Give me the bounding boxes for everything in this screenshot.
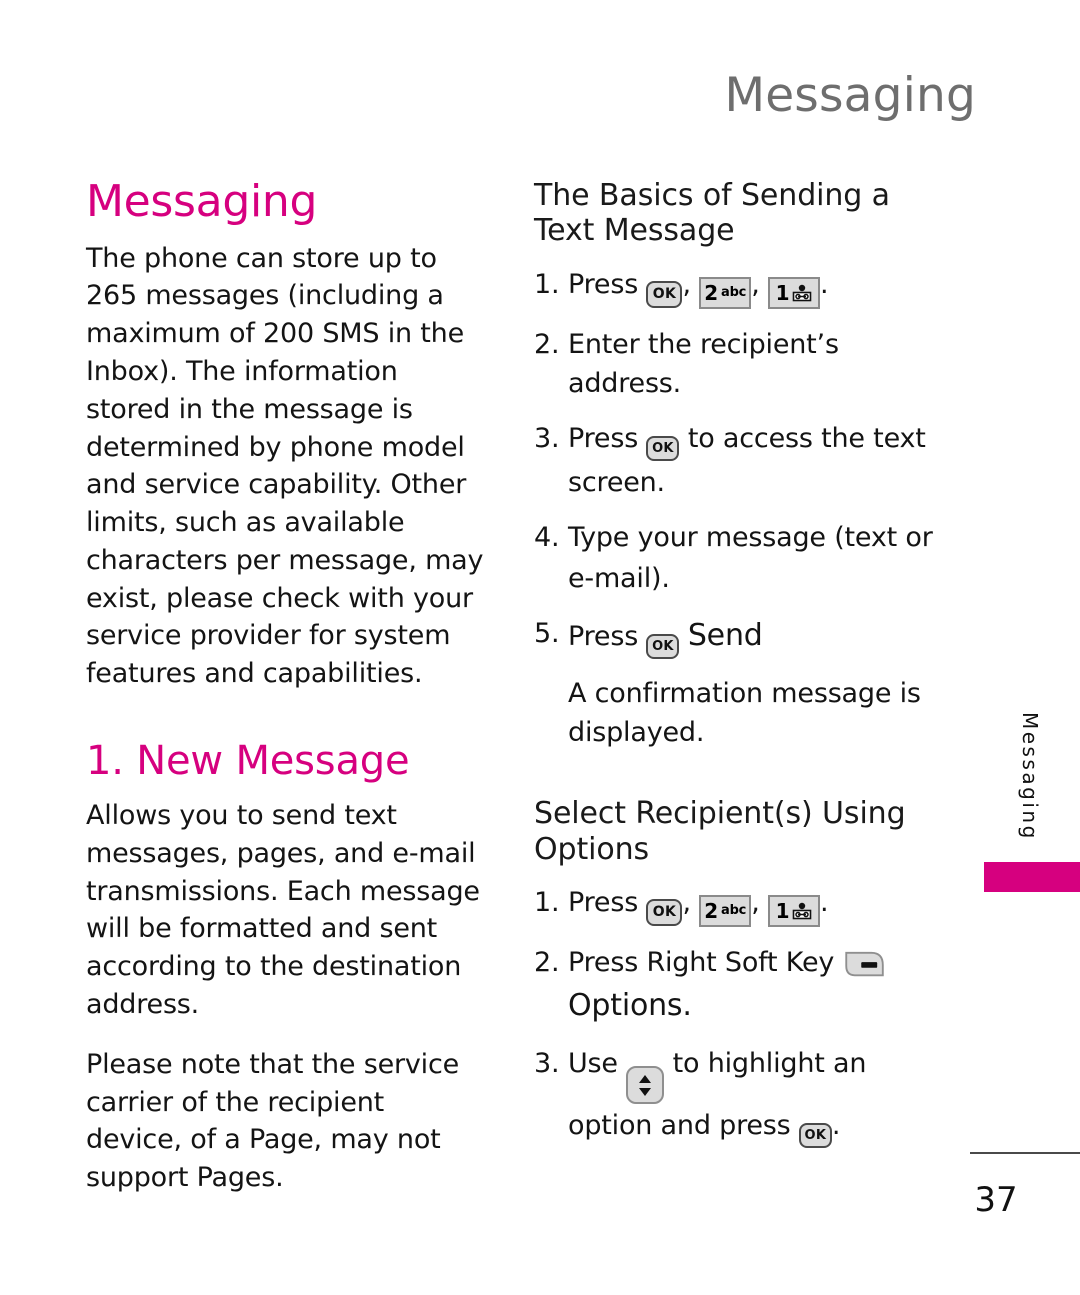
key-digit: 1 (775, 280, 790, 305)
step-item: 4. Type your message (text or e-mail). (534, 518, 944, 598)
step-item: 2. Enter the recipient’s address. (534, 325, 944, 403)
side-tab-label: Messaging (1018, 712, 1042, 841)
step-item: 5. Press OK Send (534, 614, 944, 660)
step-number: 1. (534, 268, 560, 300)
step-text: Use (568, 1047, 618, 1079)
new-message-paragraph-1: Allows you to send text messages, pages,… (86, 800, 480, 1021)
key-digit: 2 (704, 280, 718, 305)
section-title-new-message: 1. New Message (86, 738, 410, 785)
heading-select-recipients: Select Recipient(s) Using Options (534, 796, 906, 867)
step-number: 1. (534, 886, 560, 918)
right-column: The Basics of Sending a Text Message 1. … (534, 178, 944, 1164)
right-soft-key-icon (844, 951, 884, 977)
side-tab-accent-bar (984, 862, 1080, 892)
step-number: 2. (534, 328, 560, 360)
step-continuation: e-mail). (568, 563, 670, 595)
left-column: Messaging The phone can store up to 265 … (86, 178, 486, 1197)
running-header-title: Messaging (724, 68, 976, 123)
new-message-paragraph-2: Please note that the service carrier of … (86, 1048, 460, 1194)
step-item: 1. Press OK, 2 abc , 1 . (534, 883, 944, 927)
step-period: . (820, 268, 829, 300)
comma-2: , (751, 886, 760, 918)
step-item: 3. Press OK to access the text screen. (534, 419, 944, 502)
ok-key-icon: OK (646, 436, 680, 462)
step-text: Press (568, 268, 639, 300)
step-text-after-key: to access the text (687, 423, 926, 455)
page-number: 37 (974, 1180, 1018, 1220)
key-digit: 1 (775, 898, 790, 923)
continuation-text: option and press (568, 1110, 791, 1142)
manual-page: Messaging Messaging The phone can store … (0, 0, 1080, 1295)
step-item: 2. Press Right Soft Key Options. (534, 943, 944, 1028)
step-continuation: screen. (568, 467, 665, 499)
continuation-period: . (831, 1110, 841, 1142)
step-number: 5. (534, 618, 560, 650)
step-number: 2. (534, 946, 560, 978)
1-voicemail-key-icon: 1 (768, 894, 821, 927)
step-item: 3. Use to highlight an option and press … (534, 1044, 944, 1149)
comma-2: , (751, 268, 760, 300)
step-number: 3. (534, 423, 560, 455)
arrow-down-icon (639, 1087, 652, 1096)
voicemail-icon (793, 284, 812, 302)
step-number: 4. (534, 522, 560, 554)
voicemail-icon (793, 902, 812, 920)
intro-paragraph: The phone can store up to 265 messages (… (86, 242, 484, 690)
step-continuation: option and press OK. (568, 1106, 944, 1149)
heading-basics-of-sending: The Basics of Sending a Text Message (534, 178, 890, 249)
2-abc-key-icon: 2 abc (699, 276, 752, 309)
comma-1: , (682, 886, 691, 918)
step-text: Press Right Soft Key (568, 946, 835, 978)
step-text: Press (568, 423, 639, 455)
2-abc-key-icon: 2 abc (699, 894, 752, 927)
key-digit: 2 (704, 898, 718, 923)
nav-updown-key-icon (626, 1066, 665, 1105)
arrow-up-icon (639, 1074, 652, 1083)
key-letters: abc (721, 285, 747, 301)
step-item: 1. Press OK, 2 abc , 1 . (534, 265, 944, 309)
step-text: Press (568, 886, 639, 918)
step-text: Type your message (text or (568, 522, 933, 554)
ok-key-icon: OK (646, 898, 683, 926)
step-text: Enter the recipient’s address. (568, 328, 839, 399)
confirmation-note: A confirmation message is displayed. (568, 678, 921, 748)
step-text-after-key: to highlight an (672, 1047, 867, 1079)
step-continuation: Options. (568, 988, 692, 1024)
footer-divider (970, 1152, 1080, 1154)
step-period: . (820, 886, 829, 918)
key-letters: abc (721, 903, 747, 919)
page-title: Messaging (86, 176, 318, 227)
ok-key-icon: OK (646, 280, 683, 308)
1-voicemail-key-icon: 1 (768, 276, 821, 309)
send-label: Send (687, 618, 763, 654)
ok-key-icon: OK (798, 1123, 832, 1149)
ok-key-icon: OK (646, 634, 680, 660)
comma-1: , (682, 268, 691, 300)
step-text: Press (568, 621, 639, 653)
step-number: 3. (534, 1047, 560, 1079)
